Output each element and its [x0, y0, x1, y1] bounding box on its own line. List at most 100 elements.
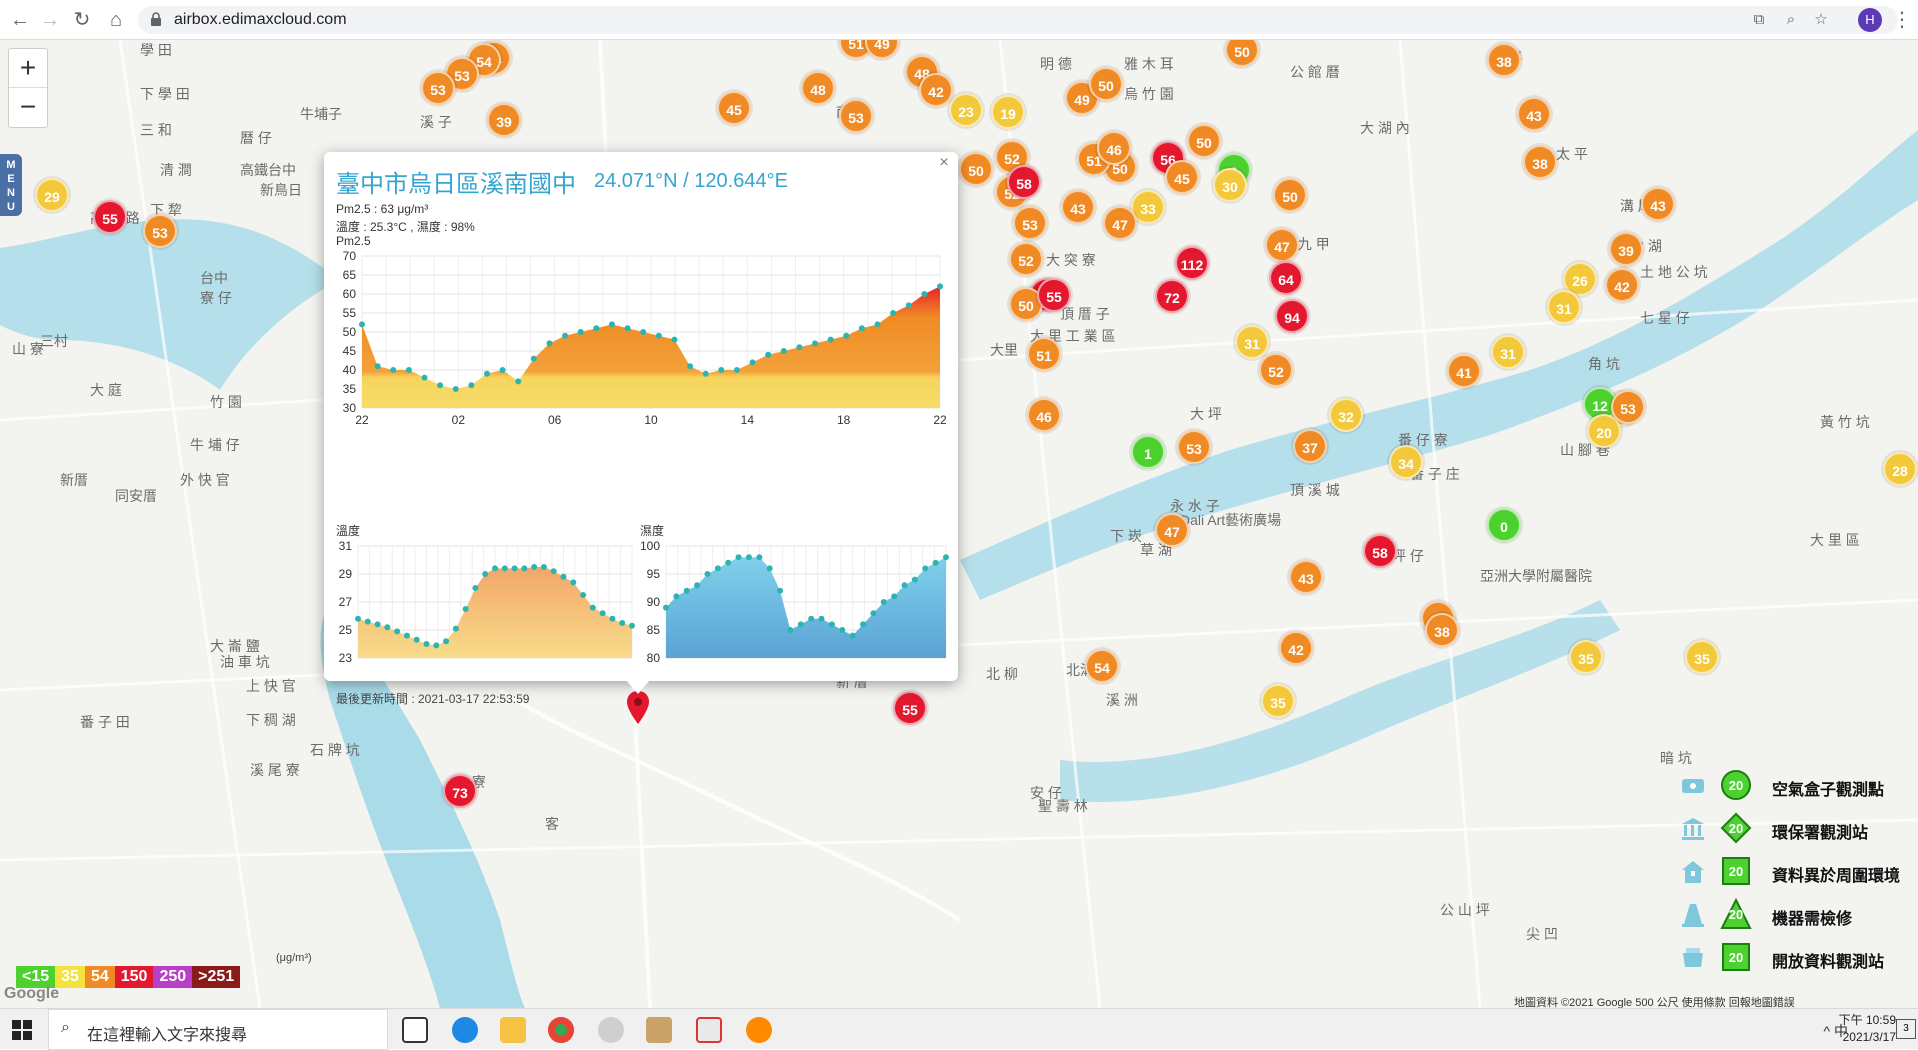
data-point[interactable] [589, 604, 596, 611]
data-point[interactable] [702, 370, 709, 377]
data-point[interactable] [921, 291, 928, 297]
data-point[interactable] [733, 367, 740, 373]
sensor-marker[interactable]: 19 [991, 95, 1025, 129]
data-point[interactable] [812, 340, 819, 347]
sensor-marker[interactable]: 31 [1235, 325, 1269, 359]
home-icon[interactable]: ⌂ [104, 8, 128, 32]
data-point[interactable] [550, 568, 557, 575]
data-point[interactable] [874, 321, 881, 328]
sensor-marker[interactable]: 50 [959, 152, 993, 186]
data-point[interactable] [858, 325, 865, 332]
chrome-browser-icon[interactable] [548, 1017, 574, 1043]
data-point[interactable] [501, 565, 508, 572]
sensor-marker[interactable]: 64 [1269, 261, 1303, 295]
data-point[interactable] [462, 606, 469, 612]
location-pin-icon[interactable] [625, 690, 651, 726]
app-icon-3[interactable] [696, 1017, 722, 1043]
sensor-marker[interactable]: 51 [1027, 337, 1061, 371]
data-point[interactable] [452, 625, 459, 632]
data-point[interactable] [482, 571, 489, 577]
data-point[interactable] [766, 565, 773, 572]
sensor-marker[interactable]: 42 [1605, 268, 1639, 302]
zoom-out-button[interactable]: − [9, 88, 47, 127]
data-point[interactable] [403, 632, 410, 639]
sensor-marker[interactable]: 50 [1089, 67, 1123, 101]
sensor-marker[interactable]: 35 [1261, 684, 1295, 718]
data-point[interactable] [745, 554, 752, 561]
reload-icon[interactable]: ↻ [70, 8, 94, 32]
sensor-marker[interactable]: 31 [1491, 335, 1525, 369]
profile-avatar[interactable]: H [1858, 8, 1882, 32]
sensor-marker[interactable]: 37 [1293, 429, 1327, 463]
data-point[interactable] [433, 642, 440, 649]
data-point[interactable] [608, 321, 615, 328]
sensor-marker[interactable]: 94 [1275, 299, 1309, 333]
sensor-marker[interactable]: 47 [1103, 206, 1137, 240]
data-point[interactable] [577, 329, 584, 335]
data-point[interactable] [937, 283, 943, 290]
data-point[interactable] [483, 370, 490, 377]
data-point[interactable] [663, 604, 669, 611]
sensor-marker[interactable]: 53 [1013, 206, 1047, 240]
data-point[interactable] [671, 336, 678, 343]
data-point[interactable] [777, 587, 784, 594]
sensor-marker[interactable]: 28 [1883, 452, 1917, 486]
sensor-marker[interactable]: 48 [801, 71, 835, 105]
sensor-marker[interactable]: 112 [1175, 246, 1209, 280]
data-point[interactable] [593, 325, 600, 332]
data-point[interactable] [687, 363, 694, 370]
map-attribution[interactable]: 地圖資料 ©2021 Google 500 公尺 使用條款 回報地圖錯誤 [1514, 994, 1795, 1008]
bookmark-star-icon[interactable]: ☆ [1812, 11, 1830, 29]
data-point[interactable] [405, 367, 412, 373]
data-point[interactable] [911, 576, 918, 583]
data-point[interactable] [531, 564, 538, 570]
data-point[interactable] [932, 559, 939, 566]
data-point[interactable] [421, 374, 428, 381]
data-point[interactable] [374, 621, 381, 628]
data-point[interactable] [468, 382, 475, 389]
sensor-marker[interactable]: 0 [1487, 508, 1521, 542]
data-point[interactable] [808, 615, 815, 622]
sensor-marker[interactable]: 43 [1061, 190, 1095, 224]
sensor-marker[interactable]: 73 [443, 774, 477, 808]
sensor-marker[interactable]: 55 [93, 200, 127, 234]
sensor-marker[interactable]: 38 [1425, 613, 1459, 647]
data-point[interactable] [683, 587, 690, 594]
sensor-marker[interactable]: 50 [1273, 178, 1307, 212]
data-point[interactable] [437, 382, 444, 389]
sensor-marker[interactable]: 47 [1155, 513, 1189, 547]
sensor-marker[interactable]: 54 [1085, 649, 1119, 683]
data-point[interactable] [797, 621, 804, 628]
data-point[interactable] [521, 565, 528, 572]
sensor-marker[interactable]: 23 [949, 93, 983, 127]
sensor-marker[interactable]: 35 [1569, 640, 1603, 674]
sensor-marker[interactable]: 55 [1037, 278, 1071, 312]
data-point[interactable] [560, 573, 567, 580]
data-point[interactable] [374, 363, 381, 370]
data-point[interactable] [922, 565, 929, 572]
app-icon-2[interactable] [646, 1017, 672, 1043]
data-point[interactable] [901, 582, 908, 589]
data-point[interactable] [540, 564, 547, 570]
data-point[interactable] [756, 554, 763, 561]
menu-tab[interactable]: MENU [0, 154, 22, 216]
data-point[interactable] [515, 378, 522, 385]
sensor-marker[interactable]: 50 [1187, 124, 1221, 158]
data-point[interactable] [827, 336, 834, 343]
sensor-marker[interactable]: 41 [1447, 354, 1481, 388]
sensor-marker[interactable]: 53 [1177, 430, 1211, 464]
data-point[interactable] [655, 332, 662, 339]
data-point[interactable] [694, 582, 701, 589]
sensor-marker[interactable]: 47 [1265, 228, 1299, 262]
sensor-marker[interactable]: 52 [1259, 353, 1293, 387]
data-point[interactable] [796, 344, 803, 351]
data-point[interactable] [384, 624, 391, 631]
data-point[interactable] [818, 615, 825, 622]
data-point[interactable] [530, 355, 537, 362]
more-menu-icon[interactable]: ⋮ [1892, 8, 1912, 32]
sensor-marker[interactable]: 1 [1131, 435, 1165, 469]
data-point[interactable] [718, 367, 725, 373]
address-bar[interactable]: airbox.edimaxcloud.com ⧉ ⌕ ☆ [138, 6, 1898, 34]
zoom-in-button[interactable]: + [9, 49, 47, 88]
sensor-marker[interactable]: 32 [1329, 398, 1363, 432]
